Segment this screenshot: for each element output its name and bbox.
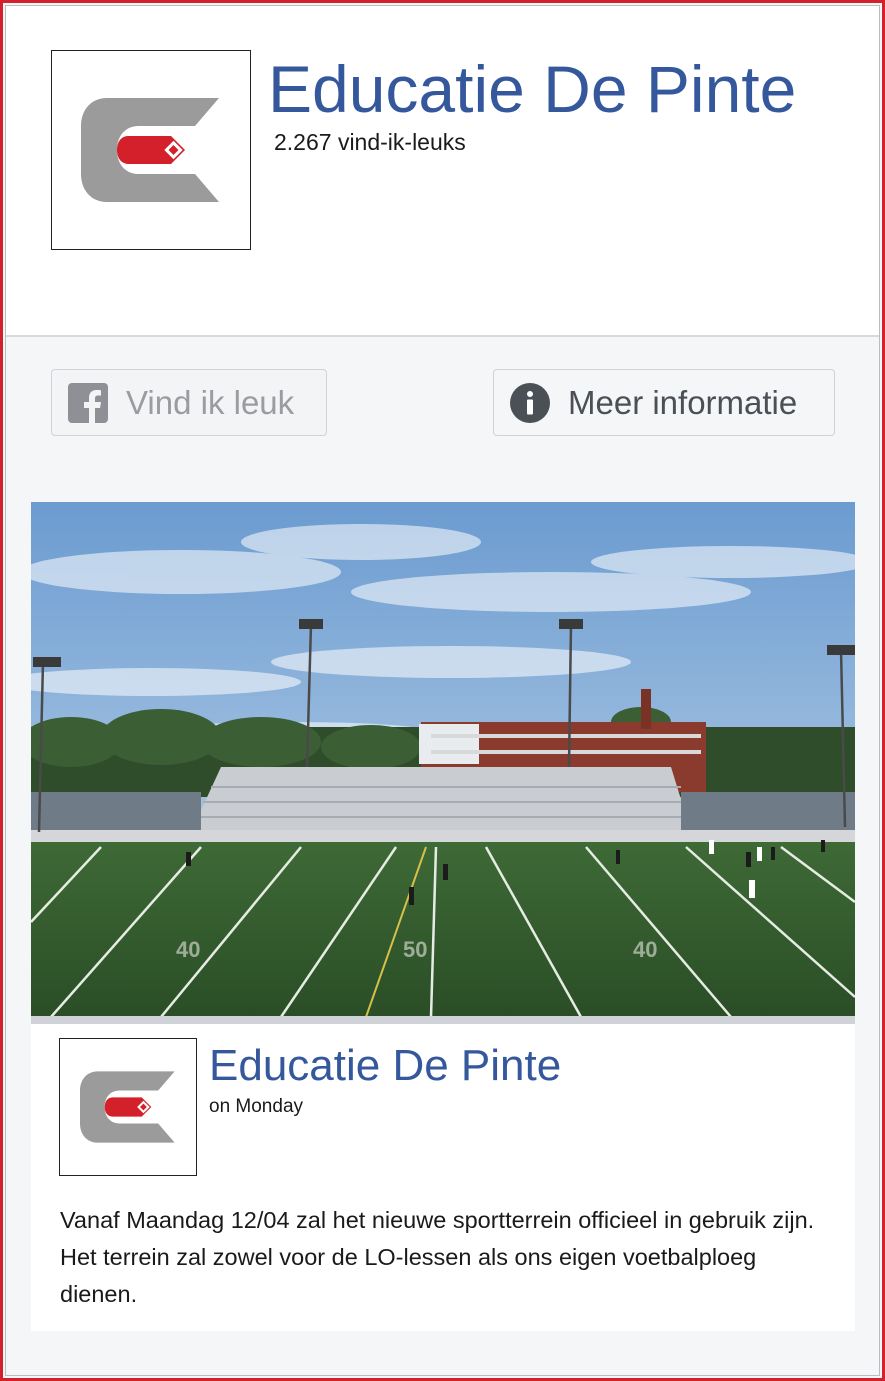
post-card: 40 50 40 Educatie De Pinte on Monday Van…	[31, 502, 855, 1331]
stadium-photo: 40 50 40	[31, 502, 855, 1024]
svg-text:50: 50	[403, 937, 427, 962]
like-button-label: Vind ik leuk	[126, 383, 295, 421]
post-body-text: Vanaf Maandag 12/04 zal het nieuwe sport…	[60, 1207, 815, 1307]
brand-logo-icon	[80, 1071, 175, 1143]
more-info-button[interactable]: Meer informatie	[493, 369, 835, 436]
page-title[interactable]: Educatie De Pinte	[268, 56, 796, 122]
post-author-name[interactable]: Educatie De Pinte	[209, 1044, 561, 1088]
brand-logo-icon	[81, 98, 219, 202]
svg-text:40: 40	[633, 937, 657, 962]
more-info-button-label: Meer informatie	[568, 383, 798, 421]
like-button[interactable]: Vind ik leuk	[51, 369, 327, 436]
post-image[interactable]: 40 50 40	[31, 502, 855, 1024]
info-icon	[510, 382, 550, 423]
post-timestamp[interactable]: on Monday	[209, 1096, 303, 1118]
svg-text:40: 40	[176, 937, 200, 962]
facebook-icon	[68, 382, 108, 423]
post-author-logo[interactable]	[59, 1038, 197, 1176]
page-likes-count: 2.267 vind-ik-leuks	[274, 129, 466, 155]
page-logo[interactable]	[51, 50, 251, 250]
